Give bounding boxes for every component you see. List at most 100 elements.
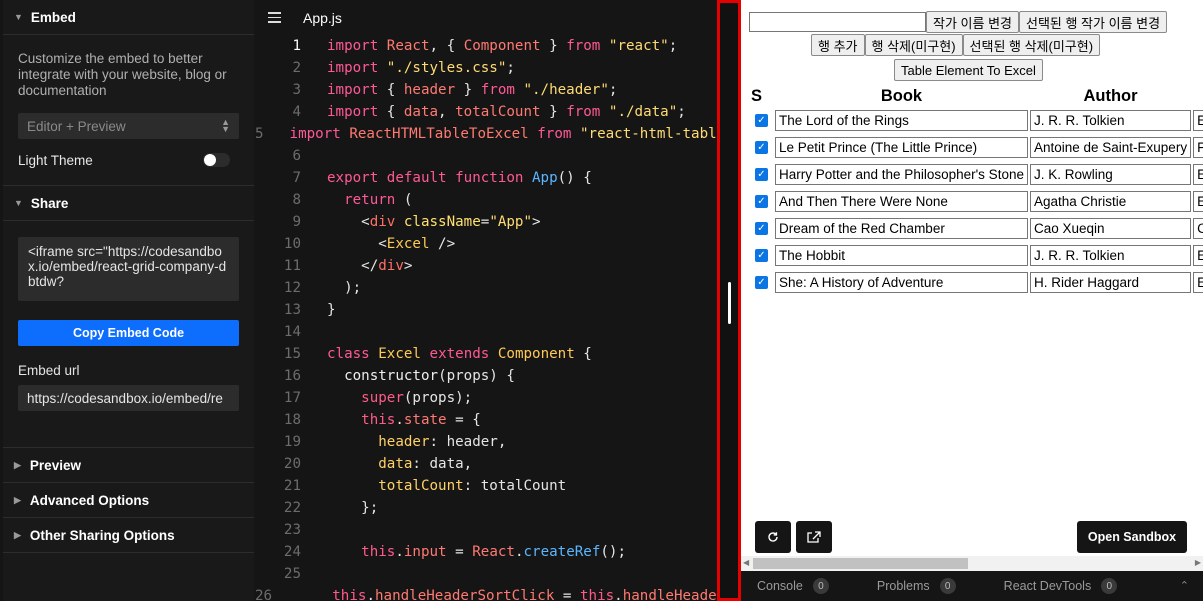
row-checkbox[interactable]: ✓ — [755, 168, 768, 181]
preview-section-header[interactable]: ▶ Preview — [3, 448, 254, 483]
change-selected-author-button[interactable]: 선택된 행 작가 이름 변경 — [1018, 11, 1168, 33]
line-number: 2 — [292, 60, 301, 76]
code-editor[interactable]: App.js 1 import React, { Component } from… — [255, 0, 717, 601]
line-number: 26 — [255, 588, 273, 601]
column-header-author[interactable]: Author — [1030, 86, 1191, 106]
share-title: Share — [30, 195, 69, 211]
code-lines[interactable]: 1 import React, { Component } from "react… — [255, 35, 717, 601]
line-number: 15 — [283, 346, 301, 362]
language-cell[interactable]: English — [1193, 272, 1203, 293]
problems-count-badge: 0 — [939, 578, 956, 594]
console-tab[interactable]: Console 0 — [757, 578, 829, 594]
line-number: 24 — [283, 544, 301, 560]
line-number: 14 — [283, 324, 301, 340]
book-cell[interactable]: Harry Potter and the Philosopher's Stone — [775, 164, 1028, 185]
scroll-left-icon[interactable]: ◀ — [743, 558, 749, 567]
external-link-icon — [807, 531, 821, 543]
language-cell[interactable]: English — [1193, 164, 1203, 185]
table-row: ✓ Dream of the Red Chamber Cao Xueqin Ch… — [751, 216, 1203, 241]
panel-resize-handle[interactable] — [717, 0, 741, 601]
row-checkbox[interactable]: ✓ — [755, 249, 768, 262]
scroll-right-icon[interactable]: ▶ — [1195, 558, 1201, 567]
change-author-button[interactable]: 작가 이름 변경 — [926, 11, 1019, 33]
author-name-input[interactable] — [749, 12, 926, 32]
delete-selected-rows-button[interactable]: 선택된 행 삭제(미구현) — [962, 34, 1101, 56]
column-header-book[interactable]: Book — [775, 86, 1028, 106]
add-row-button[interactable]: 행 추가 — [811, 34, 865, 56]
preview-section-title: Preview — [29, 457, 81, 473]
table-row: ✓ The Lord of the Rings J. R. R. Tolkien… — [751, 108, 1203, 133]
row-checkbox[interactable]: ✓ — [755, 222, 768, 235]
language-cell[interactable]: French — [1193, 137, 1203, 158]
language-cell[interactable]: English — [1193, 191, 1203, 212]
refresh-button[interactable] — [755, 521, 791, 553]
open-sandbox-button[interactable]: Open Sandbox — [1077, 521, 1187, 553]
line-number: 3 — [292, 82, 301, 98]
horizontal-scrollbar[interactable]: ◀ ▶ — [741, 556, 1203, 571]
book-cell[interactable]: Dream of the Red Chamber — [775, 218, 1028, 239]
author-cell[interactable]: Agatha Christie — [1029, 191, 1192, 212]
problems-tab[interactable]: Problems 0 — [877, 578, 956, 594]
table-row: ✓ She: A History of Adventure H. Rider H… — [751, 270, 1203, 295]
resize-grip-icon[interactable] — [728, 282, 731, 324]
line-number: 16 — [283, 368, 301, 384]
other-sharing-options-header[interactable]: ▶ Other Sharing Options — [3, 518, 254, 553]
row-checkbox[interactable]: ✓ — [755, 276, 768, 289]
delete-row-button[interactable]: 행 삭제(미구현) — [864, 34, 963, 56]
book-cell[interactable]: Le Petit Prince (The Little Prince) — [775, 137, 1028, 158]
author-cell[interactable]: J. K. Rowling — [1029, 164, 1192, 185]
copy-embed-code-button[interactable]: Copy Embed Code — [18, 320, 239, 346]
book-cell[interactable]: She: A History of Adventure — [775, 272, 1028, 293]
author-cell[interactable]: Cao Xueqin — [1029, 218, 1192, 239]
table-row: ✓ Harry Potter and the Philosopher's Sto… — [751, 162, 1203, 187]
line-number: 6 — [292, 148, 301, 164]
open-new-window-button[interactable] — [796, 521, 832, 553]
react-devtools-tab[interactable]: React DevTools 0 — [1004, 578, 1118, 594]
embed-section-header[interactable]: ▼ Embed — [3, 0, 254, 35]
author-cell[interactable]: Antoine de Saint-Exupery — [1029, 137, 1192, 158]
line-number: 17 — [283, 390, 301, 406]
advanced-options-header[interactable]: ▶ Advanced Options — [3, 483, 254, 518]
embed-mode-select[interactable]: Editor + Preview ▲ ▼ — [18, 113, 239, 139]
book-cell[interactable]: The Lord of the Rings — [775, 110, 1028, 131]
menu-icon[interactable] — [259, 12, 289, 23]
export-excel-button[interactable]: Table Element To Excel — [894, 59, 1043, 81]
column-header-select[interactable]: S — [751, 86, 773, 106]
table-row: ✓ The Hobbit J. R. R. Tolkien English — [751, 243, 1203, 268]
book-cell[interactable]: The Hobbit — [775, 245, 1028, 266]
line-number: 23 — [283, 522, 301, 538]
language-cell[interactable]: Chinese — [1193, 218, 1203, 239]
share-section-header[interactable]: ▼ Share — [3, 186, 254, 221]
light-theme-toggle[interactable] — [203, 153, 230, 167]
other-sharing-title: Other Sharing Options — [29, 527, 175, 543]
expand-panel-icon[interactable]: ⌃ — [1180, 579, 1189, 592]
line-number: 25 — [283, 566, 301, 582]
embed-description: Customize the embed to better integrate … — [18, 51, 227, 98]
light-theme-row: Light Theme — [3, 149, 254, 171]
devtools-count-badge: 0 — [1101, 578, 1118, 594]
book-cell[interactable]: And Then There Were None — [775, 191, 1028, 212]
line-number: 19 — [283, 434, 301, 450]
author-cell[interactable]: H. Rider Haggard — [1029, 272, 1192, 293]
scrollbar-thumb[interactable] — [753, 558, 968, 569]
row-checkbox[interactable]: ✓ — [755, 141, 768, 154]
line-number: 10 — [283, 236, 301, 252]
author-cell[interactable]: J. R. R. Tolkien — [1029, 110, 1192, 131]
problems-label: Problems — [876, 579, 930, 593]
line-number: 4 — [292, 104, 301, 120]
advanced-options-title: Advanced Options — [29, 492, 150, 508]
devtools-bar: Console 0 Problems 0 React DevTools 0 ⌃ — [741, 571, 1203, 601]
row-checkbox[interactable]: ✓ — [755, 114, 768, 127]
expand-icon: ▶ — [14, 529, 21, 540]
expand-icon: ▶ — [14, 494, 21, 505]
embed-url-field[interactable]: https://codesandbox.io/embed/re — [18, 385, 239, 411]
embed-url-label: Embed url — [18, 363, 80, 378]
language-cell[interactable]: English — [1193, 110, 1203, 131]
column-header-language[interactable]: La — [1193, 86, 1203, 106]
embed-code-box[interactable]: <iframe src="https://codesandbox.io/embe… — [18, 237, 239, 301]
author-cell[interactable]: J. R. R. Tolkien — [1029, 245, 1192, 266]
row-checkbox[interactable]: ✓ — [755, 195, 768, 208]
react-devtools-label: React DevTools — [1003, 579, 1092, 593]
language-cell[interactable]: English — [1193, 245, 1203, 266]
tab-app-js[interactable]: App.js — [303, 10, 342, 26]
